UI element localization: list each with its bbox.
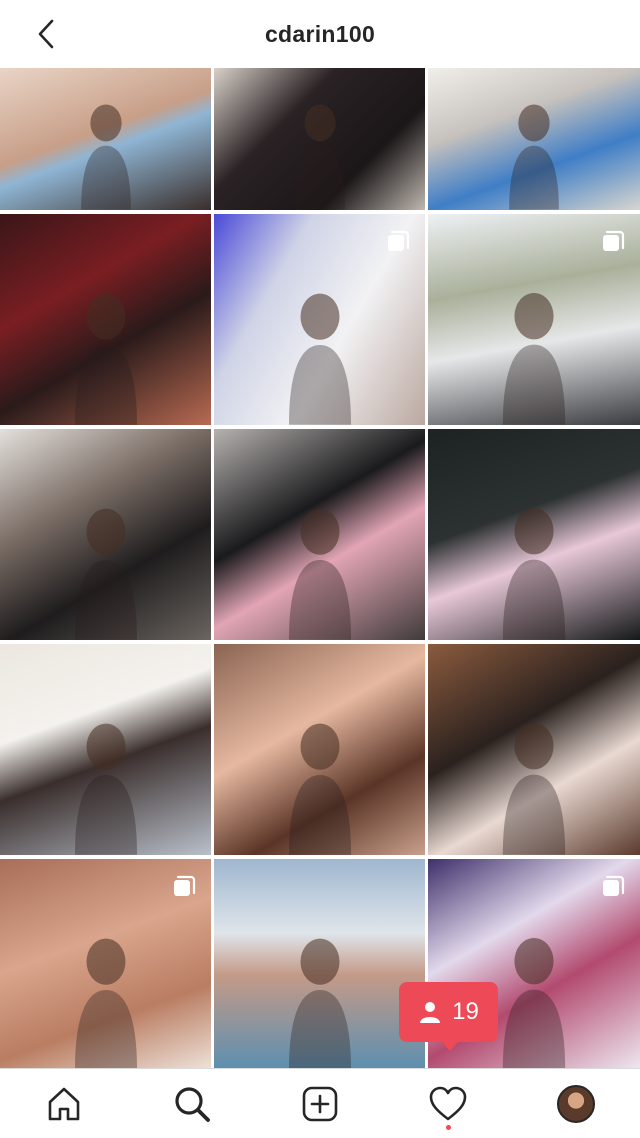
photo-subject [61, 471, 150, 640]
photo-subject [61, 686, 150, 855]
profile-avatar [557, 1084, 595, 1123]
photo-subject [489, 901, 578, 1068]
post-thumbnail[interactable] [0, 429, 211, 640]
photo-subject [61, 901, 150, 1068]
post-thumbnail[interactable] [214, 859, 425, 1068]
post-thumbnail[interactable] [0, 859, 211, 1068]
photo-subject [61, 256, 150, 425]
post-thumbnail[interactable] [428, 214, 640, 425]
photo-subject [275, 256, 364, 425]
post-thumbnail[interactable] [214, 429, 425, 640]
post-thumbnail[interactable] [428, 644, 640, 855]
search-icon [175, 1086, 210, 1122]
post-thumbnail[interactable] [428, 429, 640, 640]
heart-icon [429, 1086, 467, 1120]
posts-grid [0, 68, 640, 1068]
multiple-photos-icon [600, 228, 626, 254]
bottom-tab-bar [0, 1068, 640, 1138]
post-thumbnail[interactable] [214, 644, 425, 855]
back-button[interactable] [26, 14, 66, 54]
multiple-photos-icon [171, 873, 197, 899]
multiple-photos-icon [385, 228, 411, 254]
photo-subject [489, 96, 578, 210]
photo-subject [275, 686, 364, 855]
profile-username-title: cdarin100 [264, 20, 376, 47]
post-thumbnail[interactable] [214, 214, 425, 425]
photo-subject [489, 471, 578, 640]
post-thumbnail[interactable] [214, 68, 425, 210]
post-thumbnail[interactable] [0, 214, 211, 425]
photo-subject [489, 256, 578, 425]
post-thumbnail[interactable] [428, 68, 640, 210]
photo-subject [61, 96, 150, 210]
tab-search[interactable] [162, 1074, 222, 1134]
photo-subject [275, 471, 364, 640]
tab-home[interactable] [34, 1074, 94, 1134]
tab-activity[interactable] [418, 1074, 478, 1134]
top-header: cdarin100 [0, 0, 640, 68]
post-thumbnail[interactable] [0, 644, 211, 855]
activity-notification-bubble[interactable]: 19 [399, 982, 498, 1051]
tab-create[interactable] [290, 1074, 350, 1134]
add-post-icon [302, 1086, 338, 1121]
person-icon [420, 1002, 441, 1023]
home-icon [48, 1087, 80, 1120]
post-thumbnail[interactable] [0, 68, 211, 210]
chevron-left-icon [38, 19, 54, 49]
tab-profile[interactable] [546, 1074, 606, 1134]
activity-indicator-dot [446, 1124, 451, 1130]
multiple-photos-icon [600, 873, 626, 899]
photo-subject [275, 901, 364, 1068]
photo-subject [275, 96, 364, 210]
photo-subject [489, 686, 578, 855]
follower-notification-count: 19 [452, 998, 479, 1025]
